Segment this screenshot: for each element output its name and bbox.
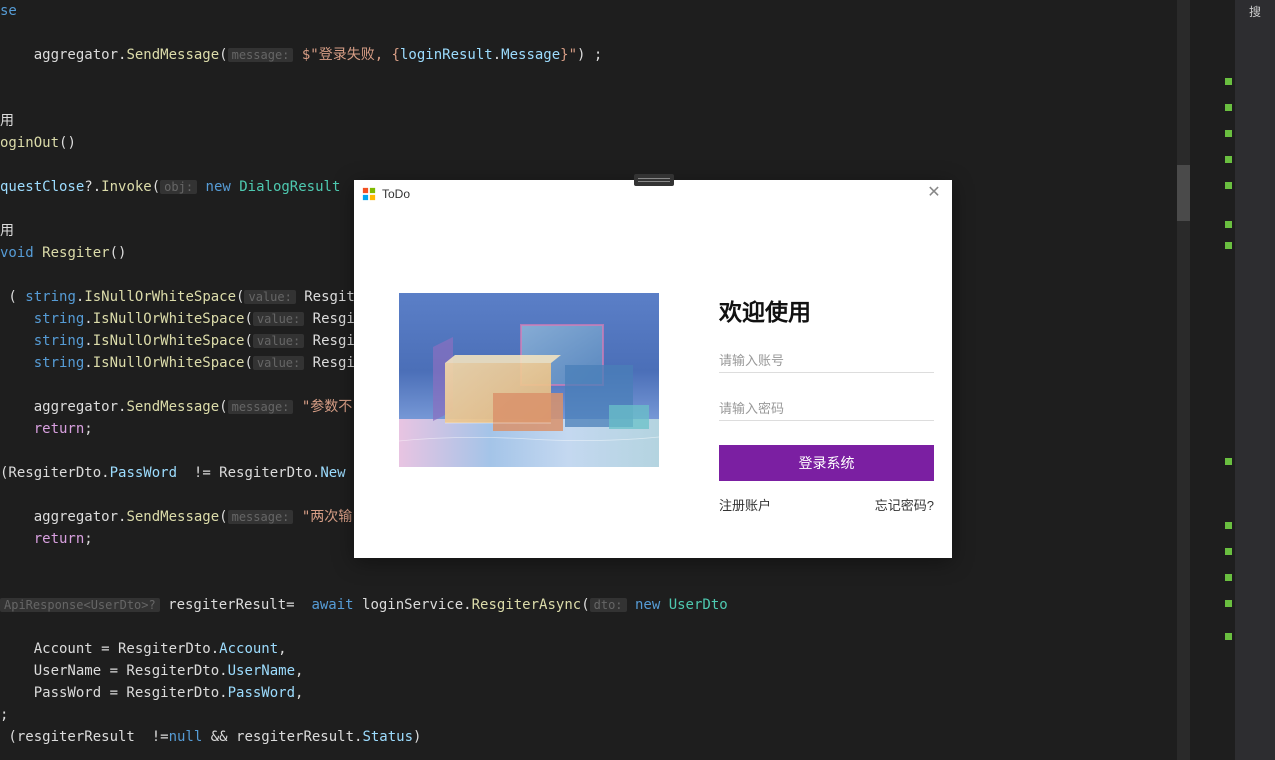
code-line[interactable]: Account = ResgiterDto.Account, (0, 638, 1190, 660)
code-line[interactable] (0, 66, 1190, 88)
login-button[interactable]: 登录系统 (719, 445, 934, 481)
login-dialog: ToDo ✕ (354, 180, 952, 558)
code-line[interactable] (0, 616, 1190, 638)
dialog-title: 欢迎使用 (719, 293, 934, 327)
minimap-mark (1225, 600, 1232, 607)
minimap-mark (1225, 574, 1232, 581)
minimap-mark (1225, 104, 1232, 111)
minimap-mark (1225, 633, 1232, 640)
minimap-mark (1225, 78, 1232, 85)
forgot-password-link[interactable]: 忘记密码? (875, 495, 934, 514)
code-line[interactable]: PassWord = ResgiterDto.PassWord, (0, 682, 1190, 704)
code-line[interactable]: ApiResponse<UserDto>? resgiterResult= aw… (0, 594, 1190, 616)
code-line[interactable]: UserName = ResgiterDto.UserName, (0, 660, 1190, 682)
code-line[interactable]: 用 (0, 110, 1190, 132)
minimap-mark (1225, 548, 1232, 555)
close-icon[interactable]: ✕ (926, 186, 942, 202)
side-panel-search-tab[interactable]: 搜 (1235, 0, 1275, 23)
app-icon (362, 187, 376, 201)
register-link[interactable]: 注册账户 (719, 495, 771, 514)
minimap-mark (1225, 182, 1232, 189)
minimap-mark (1225, 130, 1232, 137)
vertical-scrollbar[interactable] (1177, 0, 1190, 760)
code-line[interactable]: aggregator.SendMessage(message: $"登录失败, … (0, 44, 1190, 66)
side-panel: 搜 (1235, 0, 1275, 760)
code-line[interactable] (0, 154, 1190, 176)
login-form: 欢迎使用 登录系统 注册账户 忘记密码? (719, 293, 934, 514)
code-line[interactable]: (resgiterResult !=null && resgiterResult… (0, 726, 1190, 748)
dialog-body: 欢迎使用 登录系统 注册账户 忘记密码? (354, 208, 952, 514)
minimap-mark (1225, 221, 1232, 228)
code-line[interactable]: se (0, 0, 1190, 22)
minimap-mark (1225, 522, 1232, 529)
scrollbar-thumb[interactable] (1177, 165, 1190, 221)
minimap[interactable] (1190, 0, 1235, 760)
username-input[interactable] (719, 349, 934, 373)
code-line[interactable]: ; (0, 704, 1190, 726)
minimap-mark (1225, 242, 1232, 249)
password-input[interactable] (719, 397, 934, 421)
code-line[interactable] (0, 22, 1190, 44)
minimap-mark (1225, 156, 1232, 163)
dialog-illustration (399, 293, 659, 467)
dialog-app-title: ToDo (382, 187, 410, 201)
code-line[interactable] (0, 88, 1190, 110)
dialog-links: 注册账户 忘记密码? (719, 495, 934, 514)
minimap-mark (1225, 458, 1232, 465)
code-line[interactable] (0, 572, 1190, 594)
code-line[interactable]: oginOut() (0, 132, 1190, 154)
dialog-titlebar: ToDo ✕ (354, 180, 952, 208)
